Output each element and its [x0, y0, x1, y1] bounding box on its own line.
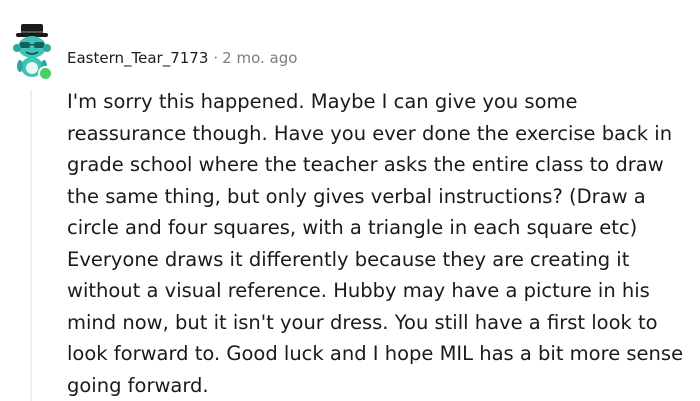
- timestamp[interactable]: 2 mo. ago: [222, 49, 297, 67]
- meta-separator: ·: [213, 49, 219, 67]
- comment-body: I'm sorry this happened. Maybe I can giv…: [67, 90, 684, 397]
- online-status-icon: [38, 66, 53, 81]
- comment: Eastern_Tear_7173 · 2 mo. ago I'm sorry th…: [0, 0, 700, 401]
- username-link[interactable]: Eastern_Tear_7173: [67, 49, 208, 67]
- thread-collapse-line[interactable]: [30, 90, 32, 401]
- comment-meta: Eastern_Tear_7173 · 2 mo. ago: [67, 48, 297, 68]
